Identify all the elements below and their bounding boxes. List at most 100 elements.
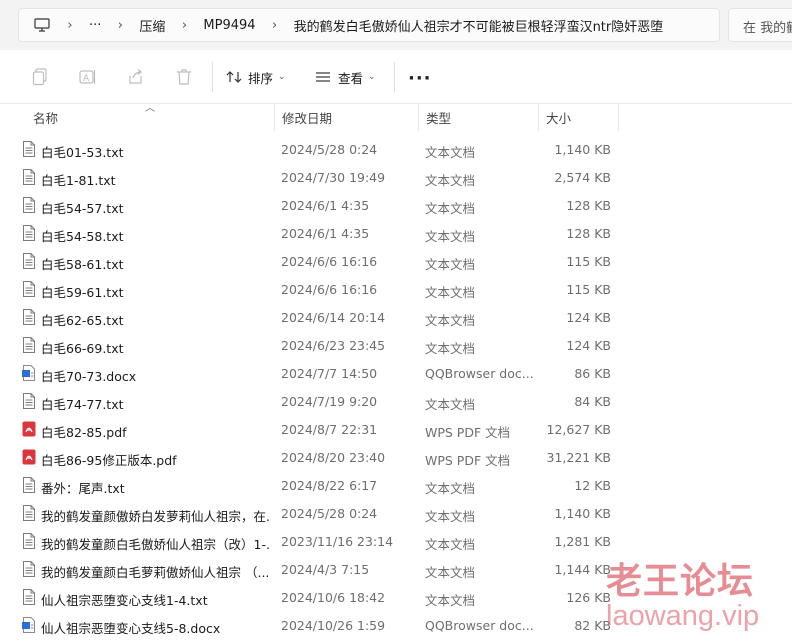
- file-type: WPS PDF 文档: [425, 453, 511, 468]
- breadcrumb-overflow[interactable]: ···: [83, 18, 107, 33]
- file-size: 2,574 KB: [554, 170, 611, 185]
- breadcrumb-item[interactable]: 压缩: [133, 16, 171, 35]
- sort-button[interactable]: 排序 ⌄: [226, 65, 286, 89]
- pdf-file-icon: [22, 421, 36, 437]
- breadcrumb-item[interactable]: MP9494: [197, 18, 261, 33]
- txt-file-icon: [22, 141, 36, 157]
- address-bar-area: › ··· › 压缩 › MP9494 › 我的鹤发白毛傲娇仙人祖宗才不可能被巨…: [0, 0, 792, 50]
- file-modified-date: 2024/7/30 19:49: [281, 170, 386, 185]
- file-row[interactable]: 白毛54-58.txt 2024/6/1 4:35 文本文档 128 KB: [0, 219, 792, 247]
- file-type: 文本文档: [425, 313, 476, 328]
- file-row[interactable]: 白毛74-77.txt 2024/7/19 9:20 文本文档 84 KB: [0, 387, 792, 415]
- file-row[interactable]: 我的鹤发童颜白毛傲娇仙人祖宗（改）1-... 2023/11/16 23:14 文本…: [0, 527, 792, 555]
- file-size: 1,140 KB: [554, 506, 611, 521]
- txt-file-icon: [22, 309, 36, 325]
- file-name: 仙人祖宗恶堕变心支线1-4.txt: [41, 593, 208, 608]
- copy-icon[interactable]: [29, 66, 51, 88]
- address-bar[interactable]: › ··· › 压缩 › MP9494 › 我的鹤发白毛傲娇仙人祖宗才不可能被巨…: [18, 8, 720, 42]
- file-type: QQBrowser doc...: [425, 618, 533, 633]
- file-row[interactable]: 白毛58-61.txt 2024/6/6 16:16 文本文档 115 KB: [0, 247, 792, 275]
- file-row[interactable]: 我的鹤发童颜傲娇白发萝莉仙人祖宗，在... 2024/5/28 0:24 文本文档 1…: [0, 499, 792, 527]
- delete-icon[interactable]: [173, 66, 195, 88]
- this-pc-icon[interactable]: [27, 18, 57, 32]
- file-name: 白毛01-53.txt: [41, 145, 124, 160]
- more-options-button[interactable]: ···: [408, 68, 432, 89]
- file-size: 1,140 KB: [554, 142, 611, 157]
- txt-file-icon: [22, 589, 36, 605]
- file-name: 我的鹤发童颜白毛傲娇仙人祖宗（改）1-...: [41, 537, 271, 552]
- breadcrumb-item[interactable]: 我的鹤发白毛傲娇仙人祖宗才不可能被巨根轻浮蛮汉ntr隐奸恶堕: [288, 16, 670, 35]
- svg-text:A: A: [83, 74, 90, 84]
- chevron-right-icon[interactable]: ›: [262, 18, 288, 33]
- file-type: 文本文档: [425, 397, 476, 412]
- chevron-right-icon[interactable]: ›: [171, 18, 197, 33]
- file-row[interactable]: 白毛62-65.txt 2024/6/14 20:14 文本文档 124 KB: [0, 303, 792, 331]
- view-icon: [315, 71, 331, 83]
- file-modified-date: 2024/6/1 4:35: [281, 198, 370, 213]
- file-row[interactable]: 我的鹤发童颜白毛萝莉傲娇仙人祖宗 （... 2024/4/3 7:15 文本文档 1,…: [0, 555, 792, 583]
- file-name: 白毛74-77.txt: [41, 397, 124, 412]
- file-size: 12 KB: [574, 478, 611, 493]
- file-size: 12,627 KB: [546, 422, 611, 437]
- file-modified-date: 2024/8/7 22:31: [281, 422, 378, 437]
- column-header-name[interactable]: 名称: [25, 104, 274, 131]
- file-name: 白毛86-95修正版本.pdf: [41, 453, 177, 468]
- file-modified-date: 2023/11/16 23:14: [281, 534, 394, 549]
- column-header-size[interactable]: 大小: [538, 104, 618, 131]
- rename-icon[interactable]: A: [77, 66, 99, 88]
- file-type: QQBrowser doc...: [425, 366, 533, 381]
- txt-file-icon: [22, 253, 36, 269]
- view-label: 查看: [338, 70, 364, 86]
- docx-file-icon: [22, 617, 36, 633]
- file-type: 文本文档: [425, 565, 476, 580]
- file-name: 我的鹤发童颜傲娇白发萝莉仙人祖宗，在...: [41, 509, 271, 524]
- txt-file-icon: [22, 533, 36, 549]
- txt-file-icon: [22, 197, 36, 213]
- file-modified-date: 2024/10/26 1:59: [281, 618, 386, 633]
- pdf-file-icon: [22, 449, 36, 465]
- chevron-right-icon[interactable]: ›: [107, 18, 133, 33]
- file-type: 文本文档: [425, 173, 476, 188]
- file-name: 白毛59-61.txt: [41, 285, 124, 300]
- file-modified-date: 2024/7/7 14:50: [281, 366, 378, 381]
- column-divider[interactable]: [618, 104, 619, 131]
- file-row[interactable]: 仙人祖宗恶堕变心支线1-4.txt 2024/10/6 18:42 文本文档 126 …: [0, 583, 792, 611]
- file-size: 115 KB: [566, 282, 611, 297]
- file-size: 128 KB: [566, 198, 611, 213]
- file-row[interactable]: 白毛54-57.txt 2024/6/1 4:35 文本文档 128 KB: [0, 191, 792, 219]
- file-row[interactable]: 白毛01-53.txt 2024/5/28 0:24 文本文档 1,140 KB: [0, 135, 792, 163]
- search-input[interactable]: 在 我的鹤: [728, 8, 792, 42]
- toolbar-divider: [212, 62, 213, 92]
- file-size: 115 KB: [566, 254, 611, 269]
- file-row[interactable]: 白毛66-69.txt 2024/6/23 23:45 文本文档 124 KB: [0, 331, 792, 359]
- txt-file-icon: [22, 337, 36, 353]
- file-row[interactable]: 番外：尾声.txt 2024/8/22 6:17 文本文档 12 KB: [0, 471, 792, 499]
- column-header-type[interactable]: 类型: [418, 104, 538, 131]
- txt-file-icon: [22, 169, 36, 185]
- view-button[interactable]: 查看 ⌄: [315, 65, 376, 89]
- file-row[interactable]: 仙人祖宗恶堕变心支线5-8.docx 2024/10/26 1:59 QQBrows…: [0, 611, 792, 639]
- chevron-right-icon[interactable]: ›: [57, 18, 83, 33]
- file-row[interactable]: 白毛86-95修正版本.pdf 2024/8/20 23:40 WPS PDF 文档…: [0, 443, 792, 471]
- file-list: 白毛01-53.txt 2024/5/28 0:24 文本文档 1,140 KB 白毛1…: [0, 135, 792, 639]
- file-modified-date: 2024/8/20 23:40: [281, 450, 386, 465]
- file-modified-date: 2024/6/14 20:14: [281, 310, 386, 325]
- docx-file-icon: [22, 365, 36, 381]
- share-icon[interactable]: [125, 66, 147, 88]
- file-size: 124 KB: [566, 338, 611, 353]
- file-row[interactable]: 白毛59-61.txt 2024/6/6 16:16 文本文档 115 KB: [0, 275, 792, 303]
- file-type: 文本文档: [425, 537, 476, 552]
- file-type: 文本文档: [425, 257, 476, 272]
- file-row[interactable]: 白毛70-73.docx 2024/7/7 14:50 QQBrowser doc.…: [0, 359, 792, 387]
- command-bar: A 排序 ⌄ 查看 ⌄ ···: [0, 50, 792, 104]
- txt-file-icon: [22, 281, 36, 297]
- file-row[interactable]: 白毛1-81.txt 2024/7/30 19:49 文本文档 2,574 KB: [0, 163, 792, 191]
- file-name: 白毛66-69.txt: [41, 341, 124, 356]
- file-type: 文本文档: [425, 341, 476, 356]
- file-name: 番外：尾声.txt: [41, 481, 125, 496]
- column-header-date[interactable]: 修改日期: [274, 104, 418, 131]
- file-type: 文本文档: [425, 145, 476, 160]
- file-size: 86 KB: [574, 366, 611, 381]
- file-row[interactable]: 白毛82-85.pdf 2024/8/7 22:31 WPS PDF 文档 12,62…: [0, 415, 792, 443]
- file-modified-date: 2024/5/28 0:24: [281, 506, 378, 521]
